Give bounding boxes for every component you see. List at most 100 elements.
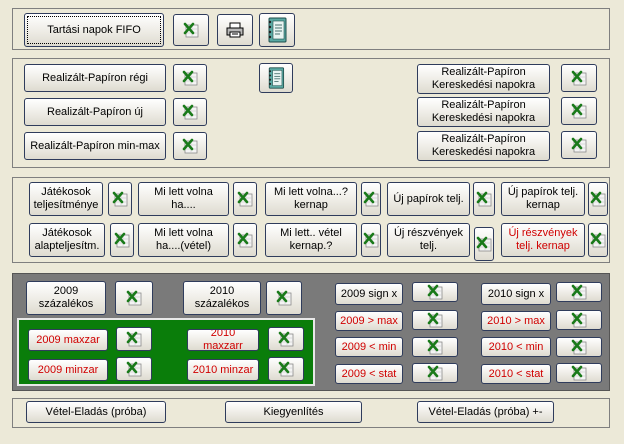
excel-button[interactable] <box>561 131 597 159</box>
excel-button[interactable] <box>361 223 381 257</box>
excel-button[interactable] <box>473 182 495 216</box>
excel-icon <box>182 138 198 154</box>
excel-button[interactable] <box>266 281 302 315</box>
excel-button[interactable] <box>116 327 152 351</box>
excel-icon <box>237 191 253 207</box>
excel-button[interactable] <box>361 182 381 216</box>
excel-icon <box>114 232 130 248</box>
excel-icon <box>112 191 128 207</box>
realizalt-kernap-button[interactable]: Realizált-Papíron Kereskedési napokra <box>417 97 550 127</box>
lt-min-2010-button[interactable]: 2010 < min <box>481 337 551 357</box>
excel-icon <box>126 290 142 306</box>
excel-button[interactable] <box>115 281 153 315</box>
realizalt-minmax-button[interactable]: Realizált-Papíron min-max <box>24 132 166 160</box>
mi-lett-volna-button[interactable]: Mi lett volna ha.... <box>138 182 229 216</box>
excel-button[interactable] <box>268 357 304 381</box>
excel-button[interactable] <box>173 64 207 92</box>
excel-icon <box>126 361 142 377</box>
minzar-2009-button[interactable]: 2009 minzar <box>28 359 108 381</box>
excel-icon <box>276 290 292 306</box>
excel-button[interactable] <box>233 182 257 216</box>
sign-x-2009-button[interactable]: 2009 sign x <box>335 283 403 305</box>
excel-icon <box>476 236 492 252</box>
excel-icon <box>278 331 294 347</box>
excel-icon <box>571 339 587 355</box>
excel-button[interactable] <box>412 282 458 302</box>
uj-papirok-telj-button[interactable]: Új papírok telj. <box>387 182 470 216</box>
excel-icon <box>571 312 587 328</box>
szazalekos-2010-button[interactable]: 2010 százalékos <box>183 281 261 315</box>
print-button[interactable] <box>217 14 253 46</box>
minzar-2010-button[interactable]: 2010 minzar <box>187 359 259 381</box>
excel-icon <box>427 284 443 300</box>
gt-max-2010-button[interactable]: 2010 > max <box>481 311 551 331</box>
excel-icon <box>363 232 379 248</box>
szazalekos-2009-button[interactable]: 2009 százalékos <box>26 281 106 315</box>
realizalt-kernap-button[interactable]: Realizált-Papíron Kereskedési napokra <box>417 64 550 94</box>
excel-icon <box>182 70 198 86</box>
mi-lett-volna-kernap-button[interactable]: Mi lett volna...? kernap <box>265 182 357 216</box>
excel-button[interactable] <box>268 327 304 351</box>
excel-icon <box>590 232 606 248</box>
excel-icon <box>237 232 253 248</box>
kiegyenlites-button[interactable]: Kiegyenlítés <box>225 401 362 423</box>
excel-button[interactable] <box>412 337 458 357</box>
uj-reszvenyek-telj-kernap-button[interactable]: Új részvények telj. kernap <box>501 223 585 257</box>
excel-icon <box>182 104 198 120</box>
excel-icon <box>571 103 587 119</box>
excel-button[interactable] <box>556 363 602 383</box>
vetel-eladas-proba-button[interactable]: Vétel-Eladás (próba) <box>26 401 166 423</box>
excel-icon-button[interactable] <box>173 14 209 46</box>
excel-icon <box>571 284 587 300</box>
excel-button[interactable] <box>588 182 608 216</box>
fifo-button[interactable]: Tartási napok FIFO <box>24 13 164 47</box>
excel-icon <box>476 191 492 207</box>
printer-icon <box>226 22 244 38</box>
excel-icon <box>126 331 142 347</box>
jatekosok-teljesitmenye-button[interactable]: Játékosok teljesítménye <box>29 182 103 216</box>
maxzar-2009-button[interactable]: 2009 maxzar <box>28 329 108 351</box>
excel-button[interactable] <box>173 98 207 126</box>
excel-icon <box>571 70 587 86</box>
realizalt-regi-button[interactable]: Realizált-Papíron régi <box>24 64 166 92</box>
lt-stat-2010-button[interactable]: 2010 < stat <box>481 364 551 384</box>
excel-icon <box>571 365 587 381</box>
lt-min-2009-button[interactable]: 2009 < min <box>335 337 403 357</box>
lt-stat-2009-button[interactable]: 2009 < stat <box>335 364 403 384</box>
excel-button[interactable] <box>110 223 134 257</box>
excel-icon <box>427 365 443 381</box>
notebook-icon <box>267 67 285 89</box>
mi-lett-volna-vetel-button[interactable]: Mi lett volna ha....(vétel) <box>138 223 229 257</box>
excel-button[interactable] <box>588 223 608 257</box>
excel-button[interactable] <box>108 182 132 216</box>
jatekosok-alapteljesitm-button[interactable]: Játékosok alapteljesítm. <box>29 223 105 257</box>
gt-max-2009-button[interactable]: 2009 > max <box>335 311 403 331</box>
excel-button[interactable] <box>412 310 458 330</box>
uj-papirok-telj-kernap-button[interactable]: Új papírok telj. kernap <box>501 182 585 216</box>
excel-button[interactable] <box>561 97 597 125</box>
excel-icon <box>183 22 199 38</box>
excel-button[interactable] <box>474 227 494 261</box>
realizalt-uj-button[interactable]: Realizált-Papíron új <box>24 98 166 126</box>
realizalt-kernap-button[interactable]: Realizált-Papíron Kereskedési napokra <box>417 131 550 161</box>
excel-icon <box>363 191 379 207</box>
excel-icon <box>571 137 587 153</box>
uj-reszvenyek-telj-button[interactable]: Új részvények telj. <box>387 223 470 257</box>
sign-x-2010-button[interactable]: 2010 sign x <box>481 283 551 305</box>
notebook-button[interactable] <box>259 63 293 93</box>
vetel-eladas-proba-pm-button[interactable]: Vétel-Eladás (próba) +- <box>417 401 554 423</box>
excel-button[interactable] <box>173 132 207 160</box>
excel-button[interactable] <box>561 64 597 92</box>
mi-lett-vetel-kernap-button[interactable]: Mi lett.. vétel kernap.? <box>265 223 357 257</box>
notebook-icon <box>267 17 287 43</box>
notebook-button[interactable] <box>259 13 295 47</box>
excel-button[interactable] <box>116 357 152 381</box>
excel-icon <box>278 361 294 377</box>
excel-button[interactable] <box>233 223 257 257</box>
excel-button[interactable] <box>556 337 602 357</box>
excel-button[interactable] <box>412 363 458 383</box>
excel-icon <box>590 191 606 207</box>
excel-button[interactable] <box>556 282 602 302</box>
excel-button[interactable] <box>556 310 602 330</box>
maxzarr-2010-button[interactable]: 2010 maxzarr <box>187 329 259 351</box>
